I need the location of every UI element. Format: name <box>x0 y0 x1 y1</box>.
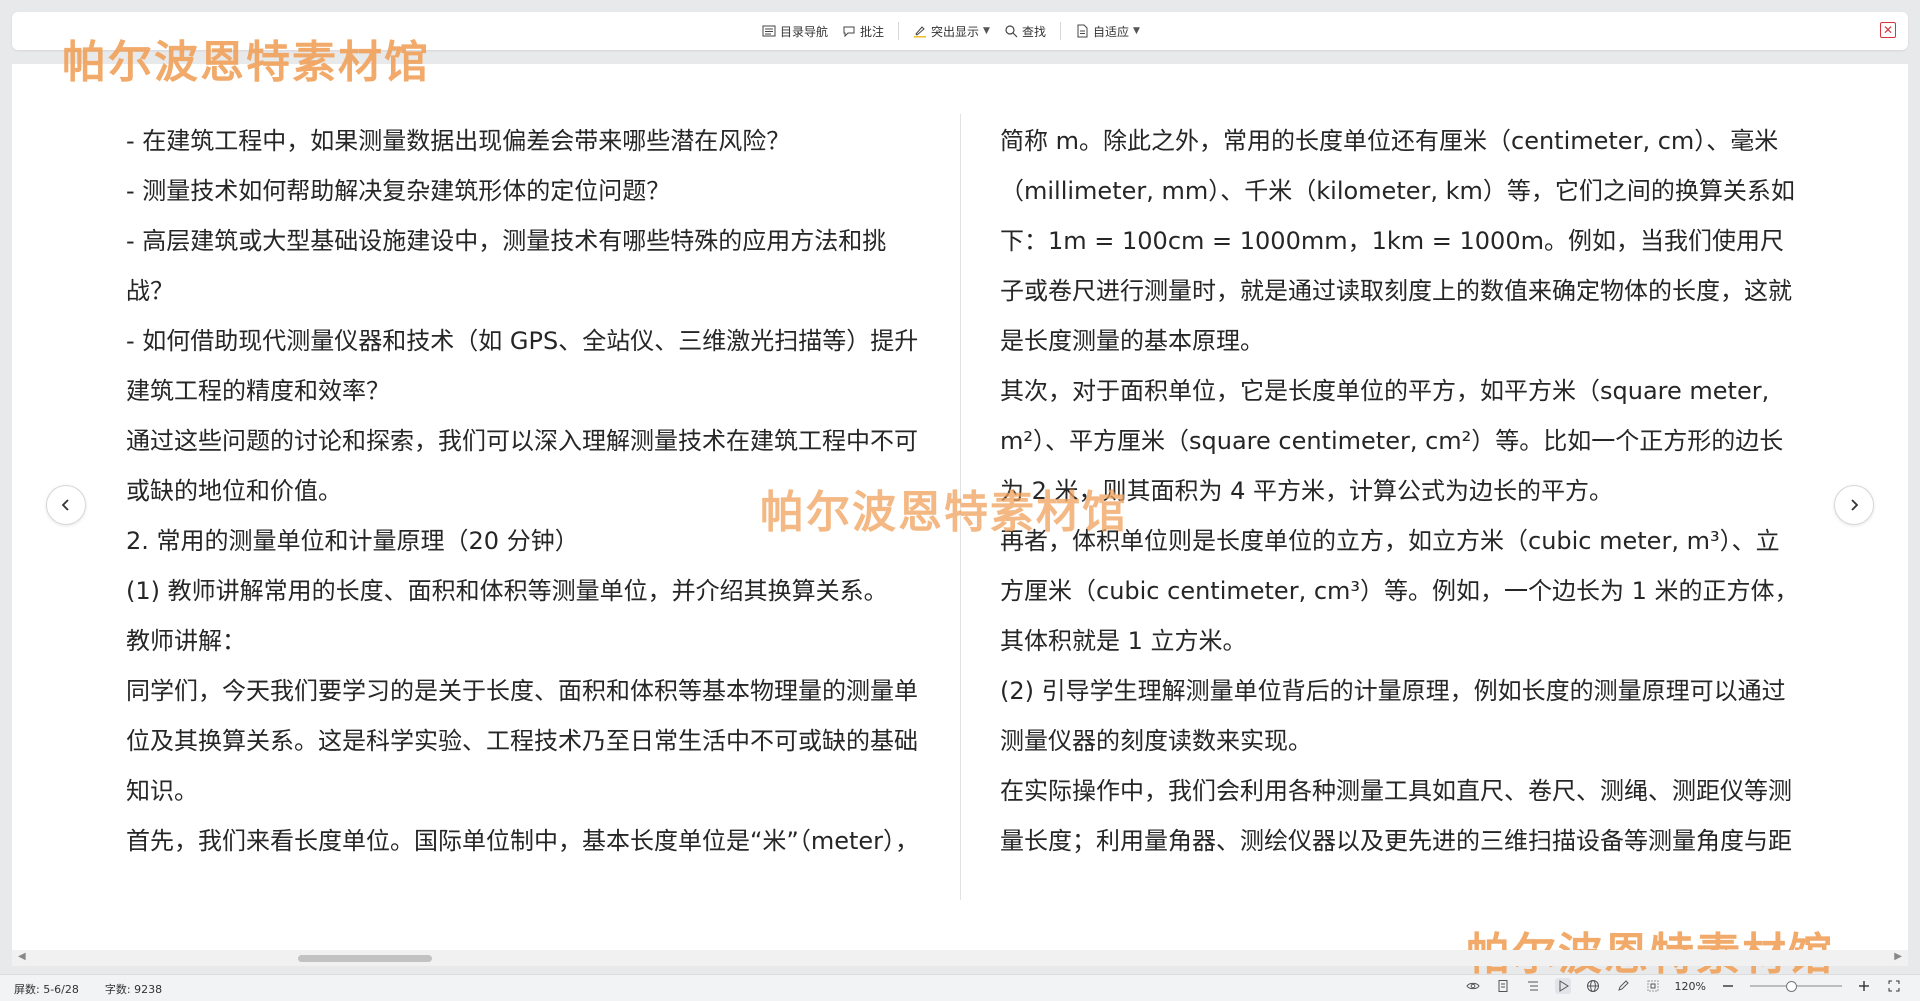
highlight-button[interactable]: 突出显示 ▼ <box>913 23 990 40</box>
chevron-right-icon <box>1851 499 1859 511</box>
paragraph: (1) 教师讲解常用的长度、面积和体积等测量单位，并介绍其换算关系。 <box>126 577 888 605</box>
pen-icon[interactable] <box>1615 978 1631 994</box>
close-icon[interactable]: ✕ <box>1880 22 1896 38</box>
highlighter-icon <box>914 26 927 38</box>
chevron-down-icon: ▼ <box>1133 26 1140 36</box>
status-bar: 屏数: 5-6/28 字数: 9238 120% <box>0 974 1920 1001</box>
chevron-left-icon <box>61 499 69 511</box>
search-icon <box>1005 25 1018 38</box>
zoom-slider[interactable] <box>1750 979 1842 993</box>
zoom-out-icon[interactable] <box>1720 978 1736 994</box>
fit-mode-button[interactable]: 自适应 ▼ <box>1075 23 1140 40</box>
paragraph: 教师讲解： <box>126 627 246 655</box>
find-label: 查找 <box>1021 24 1046 39</box>
toolbar-actions: 目录导航 批注 突出显示 ▼ 查找 自适应 ▼ <box>762 12 1140 50</box>
zoom-in-icon[interactable] <box>1856 978 1872 994</box>
watermark-logo: 帕尔波恩特素材馆 <box>62 37 430 88</box>
watermark-logo: 帕尔波恩特素材馆 <box>760 487 1128 538</box>
comment-icon <box>843 26 855 38</box>
paragraph: 首先，我们来看长度单位。国际单位制中，基本长度单位是“米”（meter）， <box>126 827 920 855</box>
paragraph: - 在建筑工程中，如果测量数据出现偏差会带来哪些潜在风险？ <box>126 127 791 155</box>
zoom-slider-knob[interactable] <box>1786 981 1798 992</box>
paragraph: 在实际操作中，我们会利用各种测量工具如直尺、卷尺、测绳、测距仪等测量长度；利用量… <box>1000 777 1792 855</box>
reading-mode-icon[interactable] <box>1554 978 1571 994</box>
next-page-button[interactable] <box>1834 485 1874 525</box>
eye-icon[interactable] <box>1465 978 1481 994</box>
screen-count: 屏数: 5-6/28 <box>14 983 79 996</box>
outline-view-icon[interactable] <box>1525 978 1541 994</box>
zoom-level[interactable]: 120% <box>1675 980 1706 993</box>
find-button[interactable]: 查找 <box>1004 23 1046 40</box>
fit-window-icon[interactable] <box>1645 978 1661 994</box>
horizontal-scrollbar[interactable]: ◀ ▶ <box>12 950 1908 966</box>
scroll-left-arrow-icon[interactable]: ◀ <box>18 951 26 962</box>
word-count[interactable]: 字数: 9238 <box>105 981 162 997</box>
toolbar-divider <box>1059 22 1061 40</box>
scroll-right-arrow-icon[interactable]: ▶ <box>1894 951 1902 962</box>
fit-mode-label: 自适应 <box>1092 24 1129 39</box>
globe-icon[interactable] <box>1585 978 1601 994</box>
previous-page-button[interactable] <box>46 485 86 525</box>
toc-navigation-label: 目录导航 <box>780 24 829 39</box>
comment-button[interactable]: 批注 <box>842 23 884 40</box>
expand-icon[interactable] <box>1886 978 1902 994</box>
paragraph: - 如何借助现代测量仪器和技术（如 GPS、全站仪、三维激光扫描等）提升建筑工程… <box>126 327 919 405</box>
highlight-label: 突出显示 <box>931 24 980 39</box>
paragraph: 同学们，今天我们要学习的是关于长度、面积和体积等基本物理量的测量单位及其换算关系… <box>126 677 918 805</box>
paragraph: - 测量技术如何帮助解决复杂建筑形体的定位问题？ <box>126 177 671 205</box>
chevron-down-icon: ▼ <box>983 26 990 36</box>
page-icon <box>1077 24 1088 38</box>
toolbar-divider <box>898 22 900 40</box>
toc-navigation-button[interactable]: 目录导航 <box>762 23 828 40</box>
paragraph: 简称 m。除此之外，常用的长度单位还有厘米（centimeter, cm）、毫米… <box>1000 127 1795 355</box>
paragraph: (2) 引导学生理解测量单位背后的计量原理，例如长度的测量原理可以通过测量仪器的… <box>1000 677 1786 755</box>
comment-label: 批注 <box>860 24 885 39</box>
scrollbar-thumb[interactable] <box>298 955 432 962</box>
paragraph: - 高层建筑或大型基础设施建设中，测量技术有哪些特殊的应用方法和挑战？ <box>126 227 887 305</box>
page-view-icon[interactable] <box>1495 978 1511 994</box>
list-icon <box>762 25 776 37</box>
